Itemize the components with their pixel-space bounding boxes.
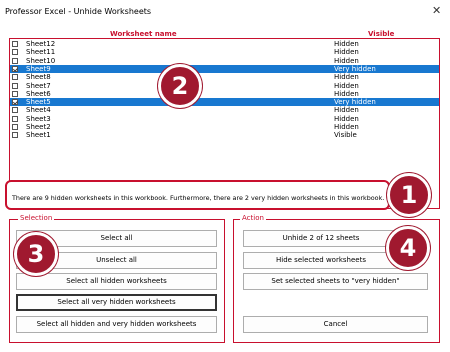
table-row[interactable]: Sheet4 Hidden (10, 106, 439, 114)
row-checkbox[interactable] (12, 49, 18, 56)
table-row[interactable]: Sheet12 Hidden (10, 40, 439, 48)
visibility-status: Visible (334, 131, 357, 140)
table-row[interactable]: Sheet3 Hidden (10, 115, 439, 123)
worksheet-name: Sheet12 (26, 40, 56, 48)
table-row[interactable]: Sheet11 Hidden (10, 48, 439, 56)
row-checkbox[interactable] (12, 41, 18, 47)
visibility-status: Hidden (334, 106, 359, 115)
visibility-status: Hidden (334, 73, 359, 82)
worksheet-name: Sheet1 (26, 131, 51, 140)
worksheet-name: Sheet7 (26, 81, 51, 90)
close-icon[interactable]: ✕ (432, 5, 441, 16)
worksheet-name: Sheet3 (26, 114, 51, 123)
worksheet-name: Sheet2 (26, 123, 51, 131)
table-row[interactable]: Sheet5 Very hidden (10, 98, 439, 107)
visibility-status: Very hidden (334, 98, 376, 107)
hide-selected-button[interactable]: Hide selected worksheets (243, 252, 399, 269)
visibility-status: Hidden (334, 40, 359, 48)
row-checkbox[interactable] (12, 74, 18, 81)
worksheet-name: Sheet11 (26, 48, 56, 57)
row-checkbox[interactable] (12, 82, 18, 89)
callout-badge-2: 2 (158, 64, 202, 108)
row-checkbox[interactable] (12, 124, 18, 130)
worksheet-name: Sheet6 (26, 89, 51, 98)
row-checkbox[interactable] (12, 90, 18, 97)
select-hidden-and-very-hidden-button[interactable]: Select all hidden and very hidden worksh… (16, 316, 217, 333)
table-row[interactable]: Sheet9 Very hidden (10, 64, 439, 74)
column-header-visible[interactable]: Visible (368, 30, 394, 38)
title-bar: Professor Excel - Unhide Worksheets ✕ (0, 0, 450, 24)
visibility-status: Hidden (334, 48, 359, 57)
column-header-name[interactable]: Worksheet name (110, 30, 177, 38)
visibility-status: Hidden (334, 114, 359, 123)
selection-label: Selection (18, 214, 55, 222)
select-very-hidden-button[interactable]: Select all very hidden worksheets (16, 294, 217, 311)
row-checkbox[interactable] (12, 132, 18, 139)
cancel-button[interactable]: Cancel (243, 316, 428, 333)
table-row[interactable]: Sheet7 Hidden (10, 82, 439, 90)
row-checkbox[interactable] (12, 65, 18, 72)
visibility-status: Hidden (334, 89, 359, 98)
callout-badge-4: 4 (386, 226, 430, 270)
set-very-hidden-button[interactable]: Set selected sheets to "very hidden" (243, 273, 428, 290)
worksheet-name: Sheet10 (26, 56, 56, 65)
select-hidden-button[interactable]: Select all hidden worksheets (16, 273, 217, 290)
table-row[interactable]: Sheet10 Hidden (10, 57, 439, 65)
worksheet-name: Sheet8 (26, 73, 51, 82)
worksheet-name: Sheet5 (26, 98, 51, 107)
table-row[interactable]: Sheet1 Visible (10, 131, 439, 139)
callout-badge-3: 3 (14, 232, 58, 276)
visibility-status: Hidden (334, 56, 359, 65)
row-checkbox[interactable] (12, 99, 18, 106)
visibility-status: Hidden (334, 123, 359, 131)
worksheet-name: Sheet4 (26, 106, 51, 115)
action-label: Action (240, 214, 266, 222)
row-checkbox[interactable] (12, 107, 18, 114)
visibility-status: Hidden (334, 81, 359, 90)
window-title: Professor Excel - Unhide Worksheets (5, 7, 152, 16)
worksheet-name: Sheet9 (26, 64, 51, 73)
table-row[interactable]: Sheet6 Hidden (10, 90, 439, 98)
table-row[interactable]: Sheet8 Hidden (10, 73, 439, 81)
callout-badge-1: 1 (387, 173, 431, 217)
table-row[interactable]: Sheet2 Hidden (10, 123, 439, 131)
visibility-status: Very hidden (334, 64, 376, 73)
row-checkbox[interactable] (12, 115, 18, 122)
unhide-button[interactable]: Unhide 2 of 12 sheets (243, 230, 399, 247)
row-checkbox[interactable] (12, 57, 18, 64)
info-text: There are 9 hidden worksheets in this wo… (12, 194, 385, 202)
